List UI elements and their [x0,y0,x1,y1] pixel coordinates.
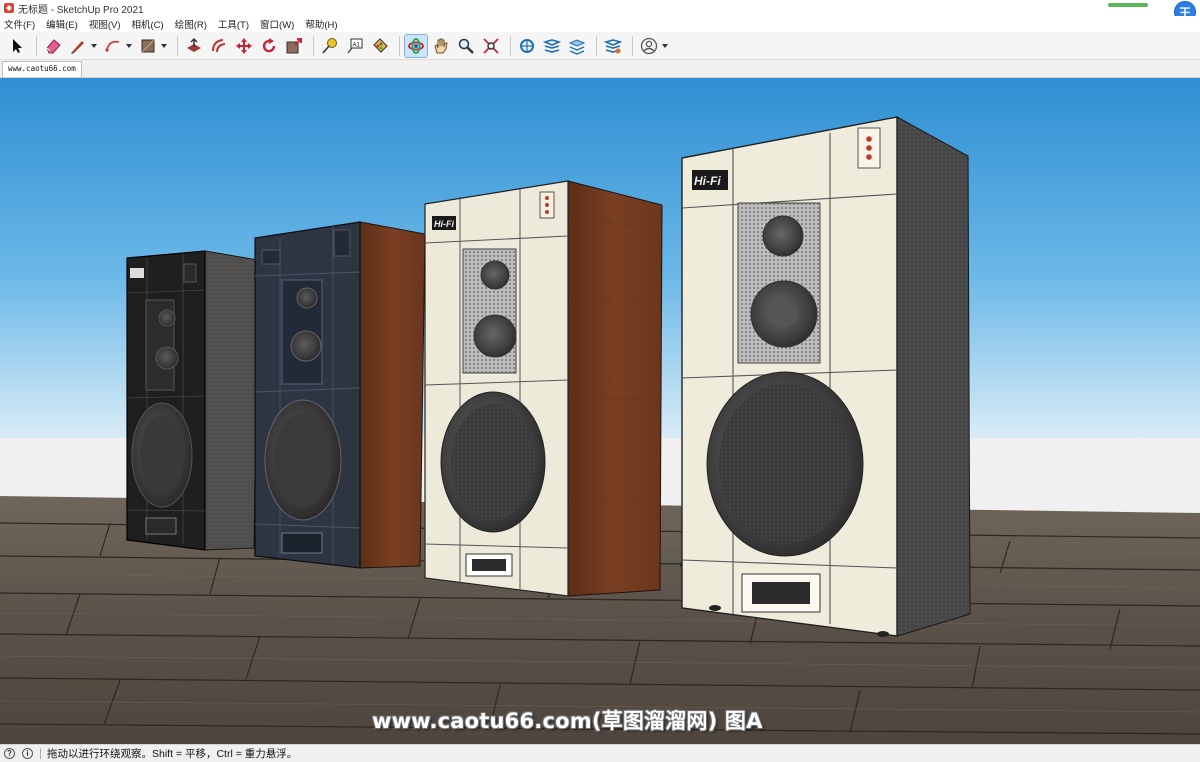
speaker-cream-large[interactable]: Hi-Fi [681,116,971,637]
offset-tool-button[interactable] [208,35,230,57]
toolbar-separator [36,35,37,56]
toolbar-separator [510,35,511,56]
pencil-icon [71,40,84,54]
move-tool-button[interactable] [233,35,255,57]
title-bar-indicator [1108,3,1148,7]
menu-help[interactable]: 帮助(H) [305,17,337,31]
rotate-icon [262,37,276,52]
hand-icon [434,38,448,53]
pan-tool-button[interactable] [430,35,452,57]
speaker-cream-medium[interactable]: Hi-Fi [424,180,663,597]
extension-manager-icon [604,38,622,53]
svg-text:Hi-Fi: Hi-Fi [434,219,454,229]
rectangle-icon [141,39,155,52]
zoom-tool-button[interactable] [455,35,477,57]
main-toolbar: A1 [0,32,1200,60]
sketchup-logo-icon [4,3,14,13]
arrow-icon [13,38,22,53]
extension-warehouse-tool-button[interactable] [541,35,563,57]
layout-tool-button[interactable] [566,35,588,57]
status-message: 拖动以进行环绕观察。Shift = 平移，Ctrl = 重力悬浮。 [47,748,298,760]
menu-draw[interactable]: 绘图(R) [175,17,207,31]
scale-tool-button[interactable] [283,35,305,57]
scene-canvas: Hi-Fi Hi-Fi [0,78,1200,744]
account-dropdown[interactable] [661,35,669,57]
user-icon [640,37,658,54]
warehouse-tool-button[interactable] [516,35,538,57]
watermark-text: www.caotu66.com(草图溜溜网) 图A [372,709,763,733]
tape-measure-tool-button[interactable] [319,35,341,57]
paint-bucket-tool-button[interactable] [369,35,391,57]
orbit-tool-button[interactable] [404,33,428,58]
modeling-viewport[interactable]: Hi-Fi Hi-Fi www.caotu66.com(草图溜溜网) 图A [0,77,1200,744]
line-tool-button[interactable] [67,35,89,57]
svg-text:A1: A1 [353,42,361,48]
shape-tool-dropdown[interactable] [160,35,168,57]
line-tool-dropdown[interactable] [90,35,98,57]
move-icon [236,37,252,54]
magnifier-icon [458,38,474,54]
shape-tool-button[interactable] [137,35,159,57]
arc-icon [105,40,120,52]
push-pull-tool-button[interactable] [183,35,205,57]
offset-icon [212,38,226,52]
toolbar-separator [313,35,314,56]
speaker-navy[interactable] [254,221,426,569]
info-icon[interactable]: i [22,748,33,759]
menu-bar: 文件(F) 编辑(E) 视图(V) 相机(C) 绘图(R) 工具(T) 窗口(W… [0,16,1200,32]
push-pull-icon [187,37,201,52]
scene-tab[interactable]: www.caotu66.com [2,61,82,77]
eraser-icon [46,38,61,53]
svg-text:Hi-Fi: Hi-Fi [694,174,721,188]
text-icon: A1 [347,38,363,53]
title-bar: 无标题 - SketchUp Pro 2021 王 [0,0,1200,23]
zoom-extents-icon [483,37,499,54]
menu-view[interactable]: 视图(V) [89,17,121,31]
speaker-black[interactable] [126,250,259,551]
text-tool-button[interactable]: A1 [344,35,366,57]
menu-window[interactable]: 窗口(W) [260,17,294,31]
toolbar-separator [632,35,633,56]
menu-edit[interactable]: 编辑(E) [46,17,78,31]
status-separator [40,748,41,759]
tape-measure-icon [322,37,337,54]
orbit-icon [408,37,424,54]
scene-tabs-bar: www.caotu66.com [0,60,1200,77]
warehouse-icon [520,38,534,53]
extension-manager-tool-button[interactable] [602,35,624,57]
extension-icon [543,38,561,53]
window-title: 无标题 - SketchUp Pro 2021 [18,4,144,16]
eraser-tool-button[interactable] [42,35,64,57]
toolbar-separator [399,35,400,56]
arc-tool-dropdown[interactable] [125,35,133,57]
account-tool-button[interactable] [638,35,660,57]
scale-icon [286,37,302,53]
paint-bucket-icon [373,37,388,53]
sketchup-window: 无标题 - SketchUp Pro 2021 王 文件(F) 编辑(E) 视图… [0,0,1200,762]
status-bar: ? i 拖动以进行环绕观察。Shift = 平移，Ctrl = 重力悬浮。 [0,744,1200,762]
geo-location-icon[interactable]: ? [4,748,15,759]
layout-icon [568,38,586,55]
menu-camera[interactable]: 相机(C) [131,17,163,31]
menu-file[interactable]: 文件(F) [4,17,35,31]
arc-tool-button[interactable] [102,35,124,57]
rotate-tool-button[interactable] [258,35,280,57]
toolbar-separator [596,35,597,56]
select-tool-button[interactable] [6,35,28,57]
menu-tools[interactable]: 工具(T) [218,17,249,31]
zoom-extents-tool-button[interactable] [480,35,502,57]
toolbar-separator [177,35,178,56]
